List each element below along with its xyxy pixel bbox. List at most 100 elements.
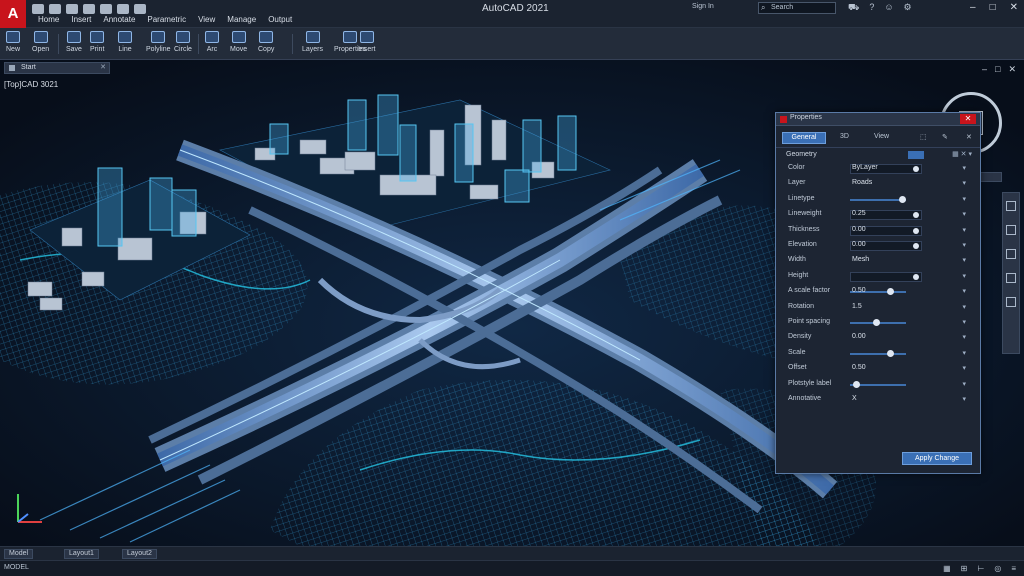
slider-knob[interactable] <box>873 319 881 326</box>
chevron-down-icon[interactable]: ▾ <box>962 226 966 234</box>
file-tab-close-icon[interactable]: ✕ <box>100 63 106 73</box>
minimize-icon[interactable]: – <box>970 2 976 13</box>
properties-close-button[interactable]: ✕ <box>960 114 976 124</box>
property-value[interactable]: 0.00 <box>852 241 866 248</box>
chevron-down-icon[interactable]: ▾ <box>962 395 966 403</box>
slider-knob[interactable] <box>852 380 860 388</box>
cart-icon[interactable]: ⛟ <box>848 2 859 14</box>
file-tab[interactable]: Start ✕ <box>4 62 110 74</box>
chevron-down-icon[interactable]: ▾ <box>962 210 966 218</box>
properties-title-bar[interactable]: Properties ✕ <box>776 113 980 126</box>
ribbon-copy-button[interactable]: Copy <box>258 31 274 53</box>
property-row[interactable]: Plotstyle label ▾ <box>776 378 980 393</box>
menu-manage[interactable]: Manage <box>227 15 256 24</box>
property-row[interactable]: Color ByLayer ▾ <box>776 162 980 177</box>
properties-section-header[interactable]: Geometry ▦ ✕ ▾ <box>776 148 980 162</box>
property-row[interactable]: Linetype ▾ <box>776 193 980 208</box>
settings-icon[interactable]: ⚙ <box>904 2 912 14</box>
property-row[interactable]: Rotation 1.5 ▾ <box>776 301 980 316</box>
chevron-down-icon[interactable]: ▾ <box>962 241 966 249</box>
property-row[interactable]: Elevation 0.00 ▾ <box>776 239 980 254</box>
viewport-label[interactable]: [Top]CAD 3021 <box>4 80 58 89</box>
ribbon-layers-button[interactable]: Layers <box>302 31 323 53</box>
ribbon-open-button[interactable]: Open <box>32 31 49 53</box>
property-slider[interactable] <box>850 319 906 326</box>
polar-icon[interactable]: ◎ <box>994 564 1001 573</box>
property-value[interactable]: Mesh <box>852 256 869 263</box>
chevron-down-icon[interactable]: ▾ <box>962 333 966 341</box>
chevron-down-icon[interactable]: ▾ <box>962 195 966 203</box>
tab-3d[interactable]: 3D <box>840 133 849 140</box>
chevron-down-icon[interactable]: ▾ <box>962 287 966 295</box>
tab-model[interactable]: Model <box>4 549 34 559</box>
zoom-icon[interactable] <box>1006 225 1016 235</box>
select-objects-icon[interactable]: ⬚ <box>920 133 927 141</box>
menu-parametric[interactable]: Parametric <box>147 15 186 24</box>
menu-output[interactable]: Output <box>268 15 292 24</box>
viewport-minimize-icon[interactable]: – <box>982 64 987 75</box>
close-icon[interactable]: ✕ <box>1010 2 1018 13</box>
ribbon-print-button[interactable]: Print <box>90 31 104 53</box>
snap-icon[interactable]: ⊞ <box>961 564 968 573</box>
section-tools-icon[interactable]: ▦ ✕ ▾ <box>952 148 972 162</box>
grid-icon[interactable]: ▦ <box>943 564 951 573</box>
property-slider[interactable] <box>850 349 906 357</box>
showmotion-icon[interactable] <box>1006 297 1016 307</box>
ribbon-insert-button[interactable]: Insert <box>358 31 376 53</box>
chevron-down-icon[interactable]: ▾ <box>962 272 966 280</box>
viewport-close-icon[interactable]: ✕ <box>1008 64 1016 75</box>
chevron-down-icon[interactable]: ▾ <box>962 380 966 388</box>
property-row[interactable]: Annotative X ▾ <box>776 393 980 408</box>
viewport-restore-icon[interactable]: □ <box>995 64 1000 75</box>
chevron-down-icon[interactable]: ▾ <box>962 303 966 311</box>
orbit-icon[interactable] <box>1006 249 1016 259</box>
property-dropdown[interactable] <box>850 271 922 282</box>
settings-icon[interactable]: ≡ <box>1011 564 1016 573</box>
property-row[interactable]: Scale ▾ <box>776 347 980 362</box>
menu-view[interactable]: View <box>198 15 215 24</box>
tab-layout2[interactable]: Layout2 <box>122 549 157 559</box>
quick-select-icon[interactable]: ✎ <box>942 133 948 141</box>
ribbon-save-button[interactable]: Save <box>66 31 82 53</box>
property-value[interactable]: 1.5 <box>852 303 862 310</box>
chevron-down-icon[interactable]: ▾ <box>962 256 966 264</box>
help-icon[interactable]: ? <box>869 2 874 14</box>
redo-icon[interactable] <box>134 4 146 14</box>
chevron-down-icon[interactable]: ▾ <box>962 164 966 172</box>
ribbon-new-button[interactable]: New <box>6 31 20 53</box>
menu-annotate[interactable]: Annotate <box>103 15 135 24</box>
apply-change-button[interactable]: Apply Change <box>902 452 972 465</box>
property-row[interactable]: Lineweight 0.25 ▾ <box>776 208 980 223</box>
property-value[interactable]: 0.50 <box>852 287 866 294</box>
property-value[interactable]: X <box>852 395 857 402</box>
save-icon[interactable] <box>66 4 78 14</box>
section-chip[interactable] <box>908 151 924 159</box>
ortho-icon[interactable]: ⊢ <box>977 564 984 573</box>
property-row[interactable]: Density 0.00 ▾ <box>776 331 980 346</box>
ribbon-arc-button[interactable]: Arc <box>205 31 219 53</box>
property-slider[interactable] <box>850 380 906 388</box>
undo-icon[interactable] <box>117 4 129 14</box>
ribbon-polyline-button[interactable]: Polyline <box>146 31 171 53</box>
app-logo-icon[interactable]: A <box>0 0 26 28</box>
status-mode[interactable]: MODEL <box>4 564 29 571</box>
tab-general[interactable]: General <box>782 132 826 144</box>
property-row[interactable]: Height ▾ <box>776 270 980 285</box>
ribbon-circle-button[interactable]: Circle <box>174 31 192 53</box>
ribbon-move-button[interactable]: Move <box>230 31 247 53</box>
property-value[interactable]: Roads <box>852 179 872 186</box>
chevron-down-icon[interactable]: ▾ <box>962 349 966 357</box>
property-row[interactable]: Width Mesh ▾ <box>776 254 980 269</box>
chevron-down-icon[interactable]: ▾ <box>962 179 966 187</box>
slider-knob[interactable] <box>887 288 895 296</box>
property-slider[interactable] <box>850 195 907 203</box>
menu-home[interactable]: Home <box>38 15 59 24</box>
panel-close-icon[interactable]: ✕ <box>966 133 972 141</box>
property-value[interactable]: ByLayer <box>852 164 878 171</box>
user-icon[interactable]: ☺ <box>884 2 893 14</box>
slider-knob[interactable] <box>887 349 895 357</box>
property-value[interactable]: 0.25 <box>852 210 866 217</box>
sign-in-link[interactable]: Sign In <box>692 3 714 10</box>
property-row[interactable]: A scale factor 0.50 ▾ <box>776 285 980 300</box>
steering-wheel-icon[interactable] <box>1006 273 1016 283</box>
